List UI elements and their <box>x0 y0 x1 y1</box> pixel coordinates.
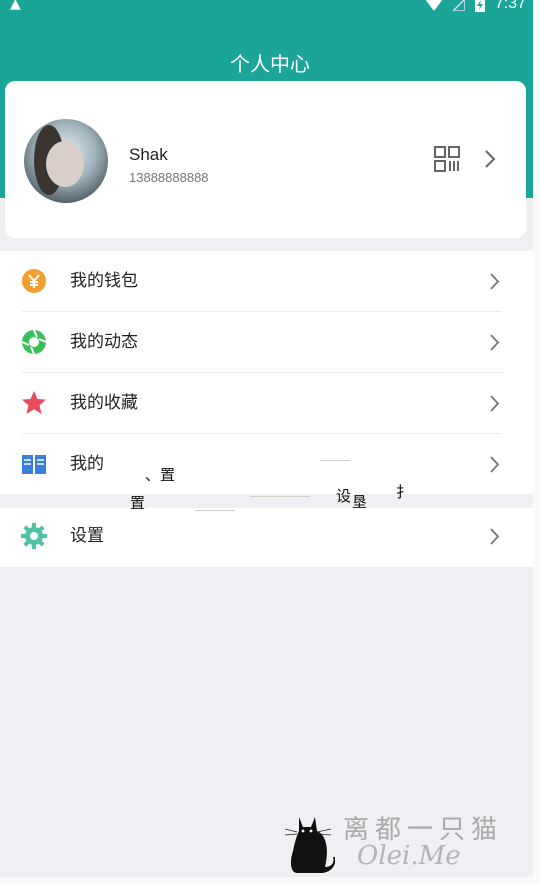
book-icon <box>22 455 46 474</box>
menu-item-favorites[interactable]: 我的收藏 <box>0 373 532 434</box>
status-time: 7:37 <box>494 0 526 12</box>
menu-item-settings[interactable]: 设置 <box>0 506 532 567</box>
chevron-right-icon <box>490 456 500 473</box>
user-phone: 13888888888 <box>129 170 209 185</box>
menu-item-wallet[interactable]: 我的钱包 <box>0 251 532 312</box>
cat-logo-icon <box>285 817 335 873</box>
status-bar: ▲ 7:37 <box>0 0 540 14</box>
qr-code-icon[interactable] <box>433 145 461 173</box>
menu-item-label: 我的钱包 <box>70 271 138 291</box>
artifact-line <box>195 510 235 511</box>
chevron-right-icon <box>490 528 500 545</box>
user-name: Shak <box>129 145 168 164</box>
menu-item-label: 我的动态 <box>70 332 138 352</box>
watermark-subtitle: Olei.Me <box>357 841 461 871</box>
avatar-face <box>46 141 84 187</box>
warning-icon: ▲ <box>10 0 21 12</box>
menu-item-moments[interactable]: 我的动态 <box>0 312 532 373</box>
profile-card[interactable]: Shak 13888888888 <box>5 81 526 238</box>
page-title: 个人中心 <box>230 52 310 76</box>
watermark: 离都一只猫 Olei.Me <box>275 807 525 875</box>
screen-edge <box>533 0 540 884</box>
chevron-right-icon <box>490 395 500 412</box>
gear-icon <box>21 523 47 549</box>
camera-shutter-icon <box>21 329 47 355</box>
avatar[interactable] <box>24 119 108 203</box>
app-screen: ▲ 7:37 个人中心 Shak 13888888888 我的钱包 我的动态 我… <box>0 0 540 884</box>
artifact-text: 垦 <box>352 493 368 511</box>
artifact-text: 设 <box>336 487 352 505</box>
chevron-right-icon[interactable] <box>484 149 496 169</box>
battery-charging-icon <box>474 0 485 12</box>
wallet-yen-icon <box>22 269 46 293</box>
artifact-line <box>250 496 310 497</box>
menu-item-my[interactable]: 我的 <box>0 434 532 495</box>
star-icon <box>22 391 46 414</box>
artifact-line <box>320 460 350 461</box>
menu-item-label: 设置 <box>70 526 104 546</box>
menu-item-label: 我的 <box>70 454 104 474</box>
status-icons: 7:37 <box>425 0 526 13</box>
menu-list: 我的钱包 我的动态 我的收藏 我的 设置 <box>0 251 540 567</box>
menu-item-label: 我的收藏 <box>70 393 138 413</box>
chevron-right-icon <box>490 273 500 290</box>
artifact-text: 扌 <box>396 483 412 501</box>
no-signal-icon <box>452 0 465 11</box>
chevron-right-icon <box>490 334 500 351</box>
wifi-icon <box>425 0 443 11</box>
artifact-text: 、置 <box>145 466 176 484</box>
artifact-text: 置 <box>130 494 146 512</box>
screen-edge <box>0 877 540 884</box>
